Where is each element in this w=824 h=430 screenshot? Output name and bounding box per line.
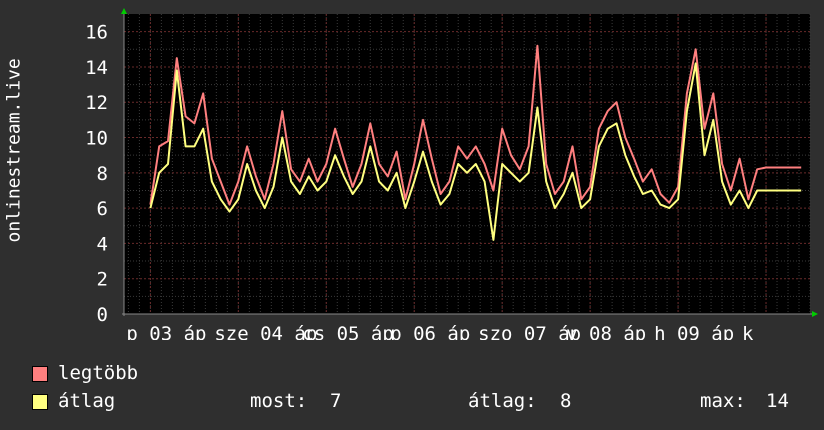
y-tick-label: 14 <box>85 57 108 79</box>
y-axis-label: onlinestream.live <box>3 58 25 243</box>
x-tick-label: p 06 áp <box>390 323 470 340</box>
y-tick-label: 0 <box>97 304 108 326</box>
chart: 0 2 4 6 8 10 12 14 16 p 03 áp sze 04 ápcs 05 ápp … <box>85 8 818 340</box>
x-tick-label: p 03 áp <box>126 323 206 340</box>
x-tick-label: v 08 áp <box>566 323 646 340</box>
stat-avg-label: átlag: <box>468 390 537 412</box>
stat-max-value: 14 <box>766 390 789 412</box>
y-tick-label: 6 <box>97 198 108 220</box>
x-tick-label: cs 05 áp <box>302 323 394 340</box>
y-tick-label: 2 <box>97 269 108 291</box>
x-tick-label: h 09 áp <box>654 323 734 340</box>
stat-avg-value: 8 <box>560 390 572 412</box>
y-tick-label: 12 <box>85 92 108 114</box>
x-tick-label: k <box>742 323 754 340</box>
y-tick-label: 10 <box>85 128 108 150</box>
stat-now-value: 7 <box>330 390 342 412</box>
stat-max-label: max: <box>700 390 746 412</box>
x-axis-arrow <box>812 311 818 317</box>
stat-now-label: most: <box>250 390 308 412</box>
y-tick-label: 16 <box>85 22 108 44</box>
y-tick-labels: 0 2 4 6 8 10 12 14 16 <box>85 22 108 326</box>
legend-avg-swatch <box>32 394 48 410</box>
y-tick-label: 4 <box>97 233 108 255</box>
y-tick-label: 8 <box>97 163 108 185</box>
y-axis-arrow <box>121 8 127 14</box>
x-tick-labels: p 03 áp sze 04 ápcs 05 ápp 06 áp szo 07 áp… <box>126 323 754 340</box>
legend-avg-label: átlag <box>58 390 116 412</box>
legend-max-label: legtöbb <box>58 362 139 384</box>
legend-max-swatch <box>32 366 48 382</box>
